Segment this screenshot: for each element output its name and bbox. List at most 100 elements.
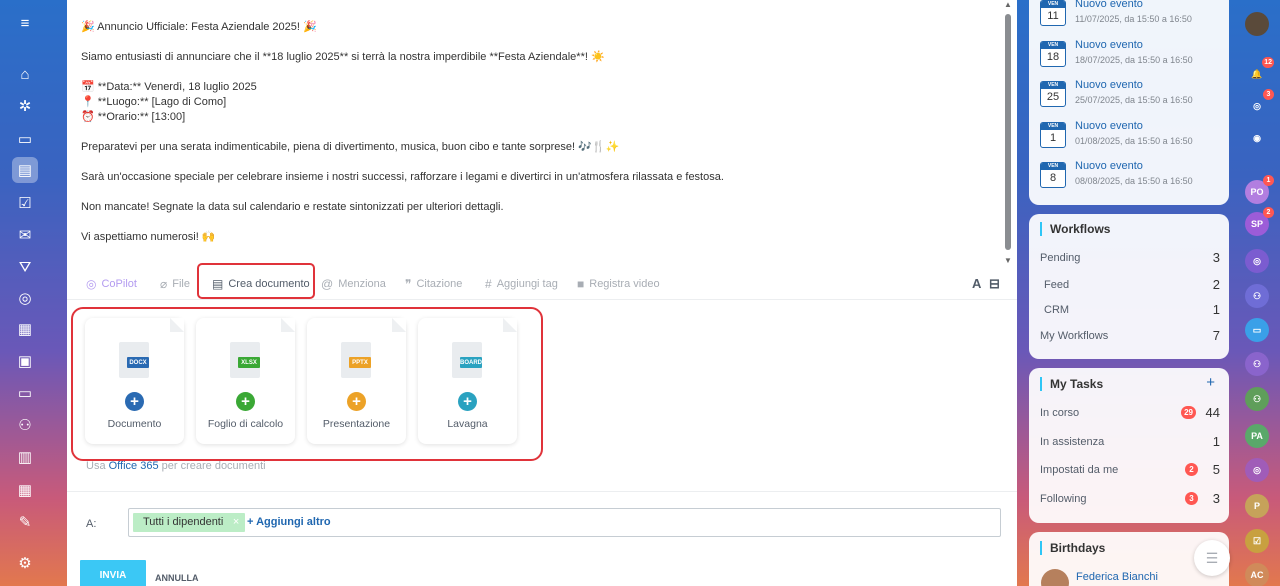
- scroll-down-icon[interactable]: ▼: [1004, 256, 1012, 265]
- scroll-thumb[interactable]: [1005, 14, 1011, 250]
- file-button[interactable]: ⌀ File: [160, 276, 190, 292]
- event-title[interactable]: Nuovo evento: [1075, 79, 1143, 91]
- text-format-icon[interactable]: A: [972, 276, 981, 291]
- avatar-sp[interactable]: SP 2: [1245, 207, 1274, 236]
- drive-icon[interactable]: ▭: [12, 380, 38, 406]
- task-row[interactable]: Impostati da me 2 5: [1040, 462, 1220, 477]
- copilot-chat-icon[interactable]: ◎ 3: [1245, 89, 1274, 118]
- aggiungi-tag-button[interactable]: # Aggiungi tag: [485, 276, 558, 292]
- docs-icon[interactable]: ▣: [12, 348, 38, 374]
- event-item[interactable]: VEN 1 Nuovo evento 01/08/2025, da 15:50 a 1…: [1040, 120, 1220, 154]
- user-avatar[interactable]: [1245, 12, 1269, 36]
- target-icon[interactable]: ◎: [12, 285, 38, 311]
- calendar-icon[interactable]: ▦: [12, 316, 38, 342]
- event-title[interactable]: Nuovo evento: [1075, 39, 1143, 51]
- event-title[interactable]: Nuovo evento: [1075, 120, 1143, 132]
- card-corner: [281, 318, 295, 332]
- avatar-po[interactable]: PO 1: [1245, 175, 1274, 204]
- cancel-button[interactable]: ANNULLA: [155, 573, 199, 583]
- home-icon[interactable]: ⌂: [12, 61, 38, 87]
- menu-icon[interactable]: ≡: [12, 10, 38, 36]
- event-title[interactable]: Nuovo evento: [1075, 0, 1143, 10]
- at-icon: @: [321, 277, 334, 291]
- plus-icon[interactable]: +: [236, 392, 255, 411]
- feed-icon[interactable]: ▤: [12, 157, 38, 183]
- remove-recipient-icon[interactable]: ×: [233, 513, 239, 532]
- workflow-count: 7: [1212, 328, 1220, 343]
- add-task-icon[interactable]: +: [1206, 374, 1215, 391]
- board-icon[interactable]: ▥: [12, 444, 38, 470]
- mail-icon[interactable]: ✉: [12, 222, 38, 248]
- calendar-day-icon: VEN 11: [1040, 0, 1066, 26]
- doc-card-lavagna[interactable]: BOARD + Lavagna: [418, 318, 517, 444]
- task-row[interactable]: In corso 29 44: [1040, 405, 1220, 420]
- group-icon-2[interactable]: ⚇: [1245, 284, 1269, 308]
- add-recipient-link[interactable]: + Aggiungi altro: [247, 516, 331, 528]
- workflow-row[interactable]: Feed 2: [1040, 277, 1220, 292]
- avatar-p[interactable]: P: [1245, 494, 1269, 518]
- event-title[interactable]: Nuovo evento: [1075, 160, 1143, 172]
- citazione-button[interactable]: ❞ Citazione: [405, 276, 462, 292]
- group-icon-4[interactable]: ⚇: [1245, 387, 1269, 411]
- hash-icon: #: [485, 277, 492, 291]
- task-count: 5: [1212, 462, 1220, 477]
- task-check-icon[interactable]: ☑: [1245, 529, 1269, 553]
- post-editor[interactable]: 🎉 Annuncio Ufficiale: Festa Aziendale 20…: [67, 0, 1017, 265]
- workflow-row[interactable]: Pending 3: [1040, 250, 1220, 265]
- users-icon[interactable]: ⚇: [12, 412, 38, 438]
- registra-video-button[interactable]: ■ Registra video: [577, 276, 660, 292]
- menziona-button[interactable]: @ Menziona: [321, 276, 386, 292]
- send-button[interactable]: INVIA: [80, 560, 146, 586]
- chat-icon[interactable]: ▭: [12, 126, 38, 152]
- divider: [67, 491, 1017, 492]
- plus-icon[interactable]: +: [458, 392, 477, 411]
- avatar-ac[interactable]: AC: [1245, 563, 1269, 586]
- birthday-name[interactable]: Federica Bianchi: [1076, 571, 1158, 583]
- group-icon-5[interactable]: ◎: [1245, 458, 1269, 482]
- editor-scrollbar[interactable]: ▲ ▼: [1003, 0, 1013, 268]
- event-item[interactable]: VEN 11 Nuovo evento 11/07/2025, da 15:50 a …: [1040, 0, 1220, 32]
- workflows-title: Workflows: [1040, 222, 1110, 236]
- group-icon-1[interactable]: ◎: [1245, 249, 1269, 273]
- event-date: 25/07/2025, da 15:50 a 16:50: [1075, 95, 1193, 105]
- task-row[interactable]: Following 3 3: [1040, 491, 1220, 506]
- office-365-link[interactable]: Office 365: [109, 460, 159, 472]
- menu-fab-button[interactable]: ☰: [1194, 540, 1230, 576]
- post-paragraph-1: Preparatevi per una serata indimenticabi…: [81, 141, 620, 153]
- event-date: 01/08/2025, da 15:50 a 16:50: [1075, 135, 1193, 146]
- edit-icon[interactable]: ✎: [12, 509, 38, 535]
- doc-card-presentazione[interactable]: PPTX + Presentazione: [307, 318, 406, 444]
- workflow-row[interactable]: CRM 1: [1040, 302, 1220, 317]
- chat-group-icon[interactable]: ▭: [1245, 318, 1269, 342]
- recipients-field[interactable]: Tutti i dipendenti × + Aggiungi altro: [128, 508, 1001, 537]
- panel-icon[interactable]: ⊟: [989, 276, 1000, 292]
- task-badge: 3: [1185, 492, 1198, 505]
- workflow-count: 2: [1212, 277, 1220, 292]
- post-orario-line: ⏰ **Orario:** [13:00]: [81, 111, 186, 123]
- event-item[interactable]: VEN 18 Nuovo evento 18/07/2025, da 15:50 a …: [1040, 39, 1220, 73]
- bell-icon[interactable]: 🔔 12: [1245, 57, 1274, 86]
- left-navigation-rail: ≡ ⌂ ✲ ▭ ▤ ☑ ✉ ⛛ ◎ ▦ ▣ ▭ ⚇ ▥ ▦ ✎ ⚙: [0, 0, 48, 586]
- workflow-row[interactable]: My Workflows 7: [1040, 328, 1220, 343]
- scroll-up-icon[interactable]: ▲: [1004, 0, 1012, 9]
- search-chat-icon[interactable]: ◉: [1245, 126, 1269, 150]
- task-row[interactable]: In assistenza 1: [1040, 434, 1220, 449]
- recipient-chip[interactable]: Tutti i dipendenti ×: [133, 513, 246, 532]
- doc-card-foglio-di-calcolo[interactable]: XLSX + Foglio di calcolo: [196, 318, 295, 444]
- plus-icon[interactable]: +: [125, 392, 144, 411]
- copilot-icon[interactable]: ✲: [12, 93, 38, 119]
- copilot-button[interactable]: ◎ CoPilot: [86, 276, 137, 292]
- paperclip-icon: ⌀: [160, 277, 168, 291]
- crm-icon[interactable]: ⛛: [12, 254, 38, 280]
- doc-card-documento[interactable]: DOCX + Documento: [85, 318, 184, 444]
- event-item[interactable]: VEN 8 Nuovo evento 08/08/2025, da 15:50 a 1…: [1040, 160, 1220, 194]
- settings-icon[interactable]: ⚙: [12, 550, 38, 576]
- schedule-icon[interactable]: ▦: [12, 477, 38, 503]
- file-type-icon: PPTX: [341, 342, 371, 378]
- group-icon-3[interactable]: ⚇: [1245, 352, 1269, 376]
- tasks-icon[interactable]: ☑: [12, 190, 38, 216]
- post-paragraph-4: Vi aspettiamo numerosi! 🙌: [81, 231, 216, 243]
- avatar-pa[interactable]: PA: [1245, 424, 1269, 448]
- event-item[interactable]: VEN 25 Nuovo evento 25/07/2025, da 15:50 a …: [1040, 79, 1220, 113]
- plus-icon[interactable]: +: [347, 392, 366, 411]
